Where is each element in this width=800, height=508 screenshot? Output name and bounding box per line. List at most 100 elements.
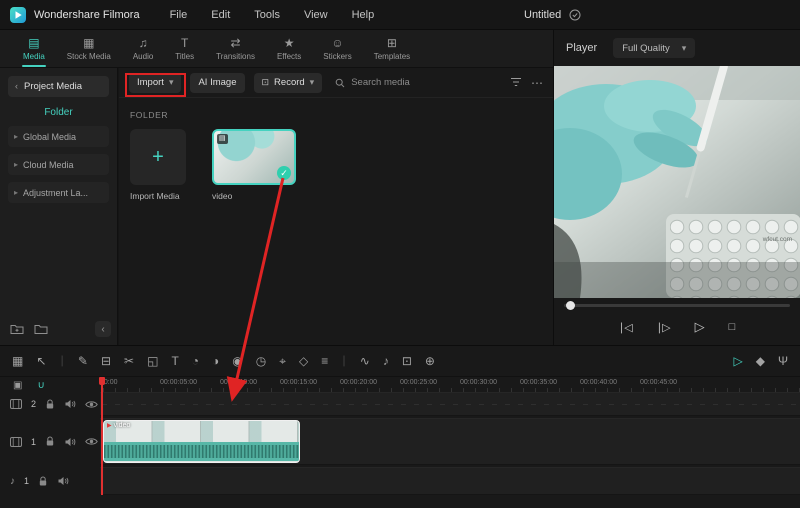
chevron-right-icon: ▸ [14,160,19,169]
preview-video-frame [554,66,800,298]
track-lane-video-1[interactable]: ▶ video [100,418,800,465]
stop-button[interactable]: □ [729,321,736,333]
split-icon[interactable]: ✂ [124,355,134,367]
clip-play-icon: ▶ [107,423,112,429]
mute-icon[interactable] [64,399,76,409]
ruler-label: 00:00:40:00 [580,379,617,386]
tab-titles[interactable]: T Titles [166,30,203,67]
color-icon[interactable]: ◑ [212,355,219,367]
filter-icon[interactable] [510,77,522,88]
sidebar-group-label: Cloud Media [23,159,74,170]
chevron-right-icon: ▸ [14,132,19,141]
titlebar: Wondershare Filmora File Edit Tools View Hel… [0,0,800,30]
tab-label: Stock Media [66,51,111,61]
mask-icon[interactable]: ◉ [232,355,242,367]
manage-tracks-icon[interactable]: ▣ [13,381,22,391]
chevron-left-icon: ‹ [15,81,18,91]
ai-image-button[interactable]: AI Image [190,72,245,93]
tab-stickers[interactable]: ☺ Stickers [314,30,360,67]
previous-frame-button[interactable]: ∣◁ [619,321,633,334]
tab-templates[interactable]: ⊞ Templates [365,30,419,67]
tab-label: Titles [175,51,195,61]
plus-icon: + [152,146,164,168]
snap-icon[interactable]: ∪ [37,381,44,391]
tab-icon: ⊞ [386,35,397,50]
tab-label: Templates [373,51,411,61]
search-input[interactable] [351,77,497,88]
record-button[interactable]: ⊡ Record ▾ [253,72,323,93]
tab-audio[interactable]: ♫ Audio [124,30,162,67]
track-header-video-2: 2 [0,392,100,416]
render-preview-icon[interactable]: ▷ [734,355,743,367]
mute-icon[interactable] [57,476,69,486]
menu-view[interactable]: View [304,9,328,21]
new-folder-icon[interactable] [10,324,24,335]
snapshot-icon[interactable]: ⊡ [402,355,412,367]
tab-stock-media[interactable]: ▦ Stock Media [58,30,120,67]
tab-transitions[interactable]: ⇄ Transitions [207,30,264,67]
quality-select[interactable]: Full Quality ▾ [613,38,696,58]
track-lane-audio-1[interactable] [100,467,800,495]
keyframe-icon[interactable]: ◇ [299,355,308,367]
import-media-tile-button[interactable]: + [130,129,186,185]
audio-note-icon[interactable]: ♪ [383,355,389,367]
lock-icon[interactable] [38,476,48,487]
text-tool-icon[interactable]: T [171,355,178,367]
menu-file[interactable]: File [170,9,188,21]
sidebar-item-adjustment-layer[interactable]: ▸ Adjustment La... [8,182,109,203]
visibility-icon[interactable] [85,437,98,446]
delete-icon[interactable]: ⊟ [101,355,111,367]
playhead[interactable] [99,377,105,495]
menu-help[interactable]: Help [352,9,375,21]
selected-check-icon: ✓ [277,166,291,180]
toolbar-divider[interactable]: ∣ [59,355,65,367]
motion-tracking-icon[interactable]: ⌖ [279,355,286,367]
media-sidebar: ‹ Project Media Folder ▸ Global Media ▸ … [0,68,118,345]
play-button[interactable]: ▷ [695,319,705,335]
tab-media[interactable]: ▤ Media [14,30,54,67]
select-tool-icon[interactable]: ↖ [36,355,46,367]
track-header-video-1: 1 [0,418,100,465]
more-options-button[interactable]: ⋯ [531,76,543,90]
video-preview[interactable]: wfcut.com [554,66,800,298]
search-icon [335,78,345,87]
seek-handle[interactable] [566,300,575,310]
marker-icon[interactable]: ⊕ [425,355,435,367]
video-thumbnail[interactable]: ▤ ✓ [212,129,296,185]
adjust-icon[interactable]: ≡ [321,355,328,367]
sidebar-item-global-media[interactable]: ▸ Global Media [8,126,109,147]
media-browser-icon[interactable]: ▦ [12,355,23,367]
quality-badge-icon[interactable]: ◆ [756,355,765,367]
menu-edit[interactable]: Edit [211,9,230,21]
search-box[interactable] [331,77,501,88]
sidebar-item-cloud-media[interactable]: ▸ Cloud Media [8,154,109,175]
collapse-sidebar-button[interactable]: ‹ [95,321,111,337]
clip-label: video [113,422,131,429]
toolbar-divider[interactable]: ∣ [341,355,347,367]
media-panel: Import ▾ AI Image ⊡ Record ▾ ⋯ FOLD [119,68,553,345]
timeline-tools-left: ▦ ↖ ∣ ✎ ⊟ ✂ ◱ T ◔ ◑ ◉ ◷ ⌖ ◇ ≡ ∣ ∿ ♪ ⊡ ⊕ [12,355,435,367]
current-folder-label[interactable]: Folder [0,107,117,118]
tab-effects[interactable]: ★ Effects [268,30,310,67]
visibility-icon[interactable] [85,400,98,409]
audio-wave-icon[interactable]: ∿ [360,355,370,367]
sidebar-footer: ‹ [10,321,111,337]
lock-icon[interactable] [45,436,55,447]
timeline-clip-video[interactable]: ▶ video [103,420,300,463]
folder-icon[interactable] [34,324,48,335]
lock-icon[interactable] [45,399,55,410]
ripple-edit-icon[interactable]: ✎ [78,355,88,367]
speed-icon[interactable]: ◔ [192,355,199,367]
timer-icon[interactable]: ◷ [256,355,266,367]
voiceover-mic-icon[interactable]: Ψ [778,355,788,367]
crop-icon[interactable]: ◱ [147,355,158,367]
menu-tools[interactable]: Tools [254,9,280,21]
timeline-ruler[interactable]: 00:00 00:00:05:00 00:00:10:00 00:00:15:00 00… [100,377,800,392]
annotation-import-highlight [125,73,186,97]
filmora-window: Wondershare Filmora File Edit Tools View Hel… [0,0,800,508]
project-media-back-button[interactable]: ‹ Project Media [8,76,109,97]
track-lane-video-2[interactable] [100,392,800,416]
next-frame-button[interactable]: ∣▷ [657,321,671,334]
seek-bar[interactable] [564,300,790,310]
mute-icon[interactable] [64,437,76,447]
